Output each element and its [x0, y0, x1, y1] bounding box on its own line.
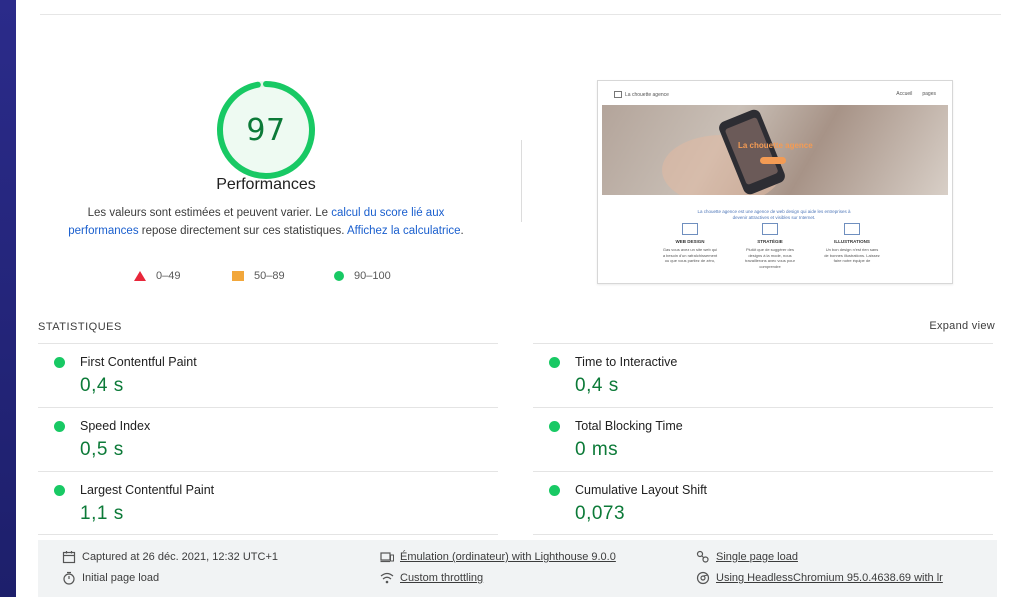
thumbnail-column: ILLUSTRATIONS Un bon design n'est rien s… — [824, 223, 880, 264]
score-desc-prefix: Les valeurs sont estimées et peuvent var… — [87, 207, 332, 219]
thumbnail-hero-image: La chouette agence — [602, 105, 948, 195]
metric-value: 0,4 s — [575, 375, 619, 396]
performance-score-gauge: 97 — [214, 78, 318, 182]
legend-pass-label: 90–100 — [354, 270, 391, 282]
metric-label: Cumulative Layout Shift — [575, 483, 708, 497]
vertical-divider — [521, 140, 522, 222]
metrics-bottom-divider — [533, 534, 993, 535]
pass-circle-icon — [549, 357, 560, 368]
left-background-strip — [0, 0, 16, 597]
pass-circle-icon — [54, 485, 65, 496]
captured-at-text: Captured at 26 déc. 2021, 12:32 UTC+1 — [82, 551, 278, 563]
thumbnail-columns: WEB DESIGN Gas vous avez un site web qui… — [658, 223, 898, 281]
metric-value: 0,073 — [575, 503, 626, 524]
pass-circle-icon — [549, 485, 560, 496]
expand-view-button[interactable]: Expand view — [929, 320, 995, 332]
metric-time-to-interactive: Time to Interactive 0,4 s — [533, 343, 993, 407]
score-title: Performances — [216, 176, 316, 193]
metric-value: 0 ms — [575, 439, 619, 460]
thumbnail-logo-text: La chouette agence — [625, 91, 669, 98]
score-desc-mid: repose directement sur ces statistiques. — [138, 225, 347, 237]
legend-average: 50–89 — [232, 270, 285, 282]
thumbnail-column-text: Gas vous avez un site web qui a besoin d… — [662, 247, 718, 263]
square-icon — [232, 271, 244, 281]
metric-cumulative-layout-shift: Cumulative Layout Shift 0,073 — [533, 471, 993, 535]
devices-icon — [380, 550, 394, 564]
metric-first-contentful-paint: First Contentful Paint 0,4 s — [38, 343, 498, 407]
emulation-item[interactable]: Émulation (ordinateur) with Lighthouse 9… — [380, 550, 616, 564]
score-legend: 0–49 50–89 90–100 — [134, 270, 434, 288]
thumbnail-nav-link: Accueil — [896, 91, 913, 97]
timer-icon — [62, 571, 76, 585]
metric-speed-index: Speed Index 0,5 s — [38, 407, 498, 471]
metric-label: Largest Contentful Paint — [80, 483, 215, 497]
thumbnail-column: STRATÉGIE Plutôt que de suggérer des des… — [742, 223, 798, 269]
single-page-icon — [696, 550, 710, 564]
thumbnail-column: WEB DESIGN Gas vous avez un site web qui… — [662, 223, 718, 264]
pass-circle-icon — [54, 421, 65, 432]
calculator-link[interactable]: Affichez la calculatrice — [347, 225, 461, 237]
thumbnail-column-title: ILLUSTRATIONS — [834, 239, 870, 244]
metric-label: Total Blocking Time — [575, 419, 683, 433]
thumbnail-column-text: Un bon design n'est rien sans de bonnes … — [824, 247, 880, 263]
score-desc-suffix: . — [460, 225, 464, 237]
score-value: 97 — [246, 112, 286, 148]
thumbnail-column-text: Plutôt que de suggérer des designs à la … — [745, 247, 795, 269]
metric-total-blocking-time: Total Blocking Time 0 ms — [533, 407, 993, 471]
page-screenshot-thumbnail[interactable]: La chouette agence Accueil pages La chou… — [597, 80, 953, 284]
thumbnail-nav-links: Accueil pages — [896, 91, 936, 97]
captured-at-item: Captured at 26 déc. 2021, 12:32 UTC+1 — [62, 550, 278, 564]
metric-value: 0,4 s — [80, 375, 124, 396]
triangle-icon — [134, 271, 146, 281]
thumbnail-logo: La chouette agence — [614, 91, 669, 98]
web-design-icon — [682, 223, 698, 235]
legend-average-label: 50–89 — [254, 270, 285, 282]
metric-value: 1,1 s — [80, 503, 124, 524]
thumbnail-intro: La chouette agence est une agence de web… — [697, 209, 851, 220]
metric-largest-contentful-paint: Largest Contentful Paint 1,1 s — [38, 471, 498, 535]
report-panel: 97 Performances Les valeurs sont estimée… — [16, 0, 1013, 597]
circle-icon — [334, 271, 344, 281]
legend-fail: 0–49 — [134, 270, 180, 282]
thumbnail-hero-title: La chouette agence — [738, 141, 813, 150]
thumbnail-nav-link: pages — [922, 91, 936, 97]
metric-label: First Contentful Paint — [80, 355, 197, 369]
illustrations-icon — [844, 223, 860, 235]
browser-item[interactable]: Using HeadlessChromium 95.0.4638.69 with… — [696, 571, 943, 585]
metrics-bottom-divider — [38, 534, 498, 535]
initial-load-text: Initial page load — [82, 572, 160, 584]
thumbnail-nav: La chouette agence Accueil pages — [598, 81, 952, 103]
metric-label: Time to Interactive — [575, 355, 678, 369]
network-icon — [380, 571, 394, 585]
owl-logo-icon — [614, 91, 622, 98]
stats-header: STATISTIQUES — [38, 321, 122, 333]
browser-icon — [696, 571, 710, 585]
pass-circle-icon — [549, 421, 560, 432]
emulation-link[interactable]: Émulation (ordinateur) with Lighthouse 9… — [400, 551, 616, 563]
top-divider — [40, 14, 1001, 15]
thumbnail-column-title: STRATÉGIE — [757, 239, 783, 244]
legend-pass: 90–100 — [334, 270, 391, 282]
strategy-icon — [762, 223, 778, 235]
thumbnail-column-title: WEB DESIGN — [675, 239, 705, 244]
pass-circle-icon — [54, 357, 65, 368]
throttling-item[interactable]: Custom throttling — [380, 571, 483, 585]
single-page-item[interactable]: Single page load — [696, 550, 798, 564]
metric-label: Speed Index — [80, 419, 151, 433]
metric-value: 0,5 s — [80, 439, 124, 460]
runtime-settings-footer: Captured at 26 déc. 2021, 12:32 UTC+1 In… — [38, 540, 997, 597]
throttling-link[interactable]: Custom throttling — [400, 572, 483, 584]
legend-fail-label: 0–49 — [156, 270, 181, 282]
score-description: Les valeurs sont estimées et peuvent var… — [60, 204, 472, 240]
thumbnail-hero-button — [760, 157, 786, 164]
single-page-link[interactable]: Single page load — [716, 551, 798, 563]
calendar-icon — [62, 550, 76, 564]
initial-load-item: Initial page load — [62, 571, 159, 585]
browser-link[interactable]: Using HeadlessChromium 95.0.4638.69 with… — [716, 572, 943, 584]
